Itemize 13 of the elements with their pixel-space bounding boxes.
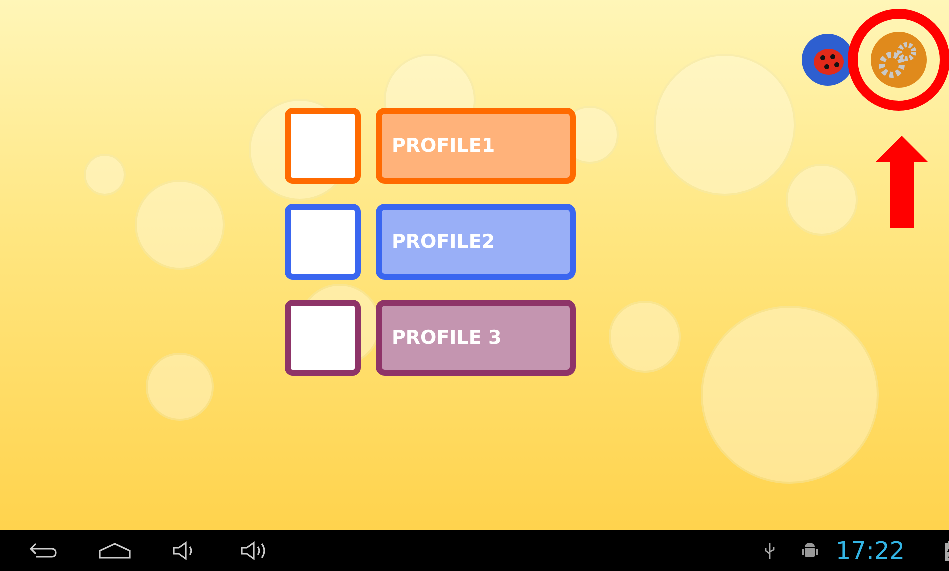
bubble-drawing [609, 301, 681, 373]
clock-time: 17:22 [836, 536, 905, 564]
back-icon[interactable] [28, 540, 58, 560]
android-icon [802, 542, 818, 560]
avatar-frame[interactable] [285, 204, 361, 280]
home-icon[interactable] [98, 540, 132, 560]
profile-button[interactable]: PROFILE 3 [376, 300, 576, 376]
avatar-frame[interactable] [285, 300, 361, 376]
bubble-drawing [84, 154, 126, 196]
bubble-drawing [146, 353, 214, 421]
profile-button[interactable]: PROFILE1 [376, 108, 576, 184]
usb-icon [764, 542, 776, 560]
profile-button[interactable]: PROFILE2 [376, 204, 576, 280]
